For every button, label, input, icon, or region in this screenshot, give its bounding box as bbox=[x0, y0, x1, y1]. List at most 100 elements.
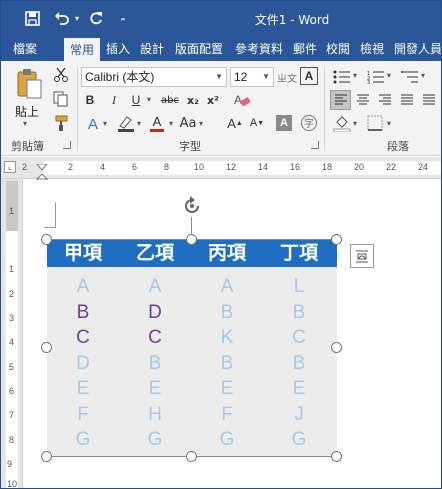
font-color-icon[interactable]: A bbox=[147, 113, 167, 133]
cut-icon[interactable] bbox=[51, 65, 71, 85]
tab-view[interactable]: 檢視 bbox=[356, 37, 388, 61]
format-painter-icon[interactable] bbox=[51, 113, 71, 133]
resize-handle-top-right[interactable] bbox=[331, 234, 342, 245]
grow-font-label: A bbox=[227, 115, 236, 131]
underline-dropdown-icon[interactable]: ▾ bbox=[147, 95, 151, 104]
layout-options-icon[interactable] bbox=[350, 244, 374, 268]
tab-references[interactable]: 參考資料 bbox=[230, 37, 288, 61]
first-line-indent-icon[interactable] bbox=[35, 157, 49, 171]
borders-icon[interactable] bbox=[365, 113, 385, 133]
ruler-label: 14 bbox=[258, 162, 269, 172]
resize-handle-bottom[interactable] bbox=[186, 451, 197, 462]
tab-layout[interactable]: 版面配置 bbox=[170, 37, 228, 61]
word-window: ▾ ₌ 文件1 - Word 檔案 常用 插入 設計 版面配置 參考資料 郵件 … bbox=[0, 0, 442, 489]
resize-handle-bottom-right[interactable] bbox=[331, 451, 342, 462]
table-row: EEEE bbox=[47, 377, 337, 401]
font-color-dropdown-icon[interactable]: ▾ bbox=[169, 119, 173, 128]
align-center-icon[interactable] bbox=[353, 90, 373, 110]
italic-button[interactable]: I bbox=[105, 91, 123, 109]
tab-home[interactable]: 常用 bbox=[64, 38, 100, 61]
change-case-dropdown-icon[interactable]: ▾ bbox=[199, 119, 203, 128]
paste-button[interactable]: 貼上 bbox=[15, 103, 39, 120]
shading-icon[interactable] bbox=[331, 113, 353, 133]
resize-handle-top-left[interactable] bbox=[41, 234, 52, 245]
table-cell: F bbox=[77, 403, 89, 425]
character-shading-icon[interactable]: A bbox=[276, 115, 292, 131]
clipboard-launcher-icon[interactable] bbox=[63, 141, 71, 149]
numbering-dropdown-icon[interactable]: ▾ bbox=[387, 71, 391, 80]
bullets-dropdown-icon[interactable]: ▾ bbox=[353, 71, 357, 80]
tab-design[interactable]: 設計 bbox=[136, 37, 168, 61]
multilevel-dropdown-icon[interactable]: ▾ bbox=[421, 71, 425, 80]
ruler-label: 4 bbox=[100, 162, 106, 172]
resize-handle-right[interactable] bbox=[331, 342, 342, 353]
strikethrough-button[interactable]: abc bbox=[158, 91, 182, 109]
resize-handle-bottom-left[interactable] bbox=[41, 451, 52, 462]
ruler-label: 6 bbox=[132, 162, 138, 172]
table-cell: B bbox=[292, 301, 306, 323]
enclose-characters-icon[interactable]: 字 bbox=[299, 113, 319, 133]
shrink-font-button[interactable]: A ▼ bbox=[249, 113, 265, 133]
tab-mailings[interactable]: 郵件 bbox=[290, 37, 320, 61]
horizontal-ruler[interactable]: 2 2 4 6 8 10 12 14 16 18 20 22 24 ⌞ bbox=[1, 157, 441, 184]
highlight-color-icon[interactable] bbox=[115, 113, 137, 133]
svg-text:字: 字 bbox=[304, 117, 314, 130]
change-case-button[interactable]: Aa bbox=[179, 113, 197, 133]
borders-dropdown-icon[interactable]: ▾ bbox=[387, 119, 391, 128]
tab-developer[interactable]: 開發人員 bbox=[390, 37, 441, 61]
align-right-icon[interactable] bbox=[375, 90, 395, 110]
table-cell: B bbox=[76, 301, 90, 323]
ruler-label: 8 bbox=[9, 435, 15, 445]
align-left-icon[interactable] bbox=[330, 90, 351, 110]
bold-button[interactable]: B bbox=[81, 91, 99, 109]
underline-button[interactable]: U bbox=[127, 91, 145, 109]
table-cell: K bbox=[220, 327, 234, 348]
table-cell: G bbox=[75, 429, 91, 450]
group-divider bbox=[324, 67, 325, 151]
hanging-indent-icon[interactable] bbox=[35, 169, 49, 184]
character-border-icon[interactable]: A bbox=[300, 67, 318, 85]
table-row: DBBB bbox=[47, 352, 337, 376]
superscript-button[interactable]: x² bbox=[204, 91, 222, 109]
resize-handle-left[interactable] bbox=[41, 342, 52, 353]
font-size-combo[interactable]: 12 ▼ bbox=[230, 67, 274, 87]
shading-dropdown-icon[interactable]: ▾ bbox=[353, 119, 357, 128]
table-cell: E bbox=[76, 378, 90, 399]
tab-insert[interactable]: 插入 bbox=[102, 37, 134, 61]
phonetic-guide-icon[interactable]: ㄓ文 bbox=[277, 67, 297, 87]
table-cell: G bbox=[219, 429, 235, 450]
ruler-label: 2 bbox=[68, 162, 74, 172]
tab-selector-icon[interactable]: ⌞ bbox=[4, 161, 16, 173]
multilevel-list-icon[interactable] bbox=[399, 67, 421, 87]
ruler-label: 3 bbox=[9, 313, 15, 323]
rotate-handle-stem bbox=[191, 217, 192, 235]
text-effects-dropdown-icon[interactable]: ▾ bbox=[103, 119, 107, 128]
subscript-button[interactable]: x₂ bbox=[184, 91, 202, 109]
resize-handle-top[interactable] bbox=[186, 234, 197, 245]
copy-icon[interactable] bbox=[51, 89, 71, 109]
distributed-icon[interactable] bbox=[419, 90, 439, 110]
tab-review[interactable]: 校閱 bbox=[322, 37, 354, 61]
justify-icon[interactable] bbox=[397, 90, 417, 110]
text-effects-icon[interactable]: A bbox=[83, 115, 103, 133]
table-cell: C bbox=[148, 327, 162, 348]
table-cell: A bbox=[76, 276, 90, 297]
tab-file[interactable]: 檔案 bbox=[7, 37, 43, 61]
numbering-icon[interactable]: 123 bbox=[365, 67, 387, 87]
font-name-combo[interactable]: Calibri (本文) ▼ bbox=[81, 67, 227, 87]
vertical-ruler[interactable]: 1 1 2 3 4 5 6 7 8 9 10 bbox=[1, 179, 23, 488]
table-cell: B bbox=[148, 352, 162, 374]
ruler-label: 12 bbox=[226, 162, 237, 172]
rotate-handle-icon[interactable] bbox=[181, 195, 203, 217]
grow-font-button[interactable]: A ▲ bbox=[227, 113, 243, 133]
table-row: AAAL bbox=[47, 275, 337, 299]
bullets-icon[interactable] bbox=[331, 67, 353, 87]
clear-formatting-icon[interactable]: A bbox=[231, 91, 253, 109]
highlight-dropdown-icon[interactable]: ▾ bbox=[137, 119, 141, 128]
svg-text:A: A bbox=[234, 93, 242, 107]
paste-dropdown-icon[interactable]: ▾ bbox=[23, 119, 27, 128]
paste-icon[interactable] bbox=[13, 67, 45, 101]
table-cell: C bbox=[76, 327, 90, 348]
ruler-label: 4 bbox=[9, 337, 15, 347]
font-launcher-icon[interactable] bbox=[311, 141, 319, 149]
